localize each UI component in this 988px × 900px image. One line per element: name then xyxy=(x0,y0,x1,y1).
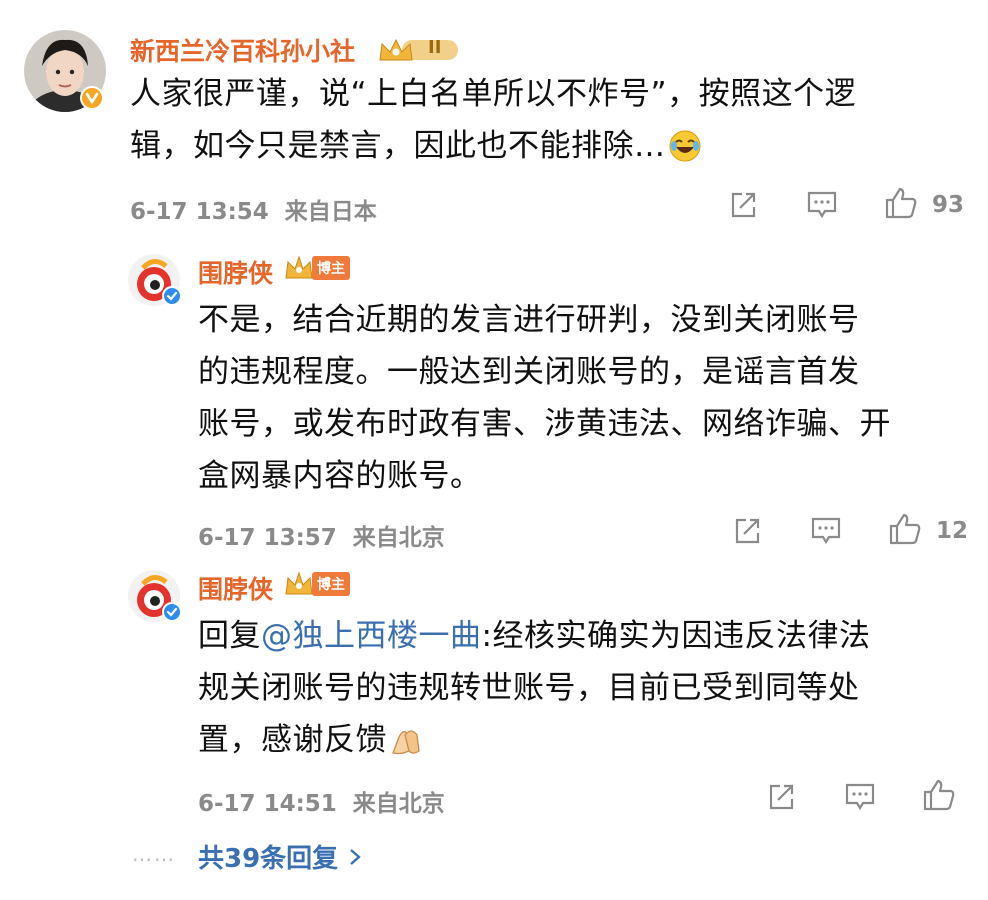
comment-line: :经核实确实为因违反法律法 xyxy=(481,618,871,654)
like-icon[interactable] xyxy=(922,778,956,812)
comment-meta: 6-17 13:57 来自北京 xyxy=(198,518,445,552)
blogger-badge: 博主 xyxy=(284,570,350,598)
comment-line: 规关闭账号的违规转世账号，目前已受到同等处 xyxy=(198,670,860,706)
username[interactable]: 围脖侠 xyxy=(198,254,273,290)
verified-badge-icon xyxy=(162,602,182,622)
more-replies-label: 共39条回复 xyxy=(198,844,339,874)
comment-meta: 6-17 13:54 来自日本 xyxy=(130,192,377,226)
comment-meta: 6-17 14:51 来自北京 xyxy=(198,784,445,818)
comment-icon[interactable] xyxy=(844,782,876,812)
reply-prefix: 回复 xyxy=(198,618,261,654)
badge-label: 博主 xyxy=(312,572,350,596)
vip-badge-icon xyxy=(376,34,460,64)
comment-text: 不是，结合近期的发言进行研判，没到关闭账号 的违规程度。一般达到关闭账号的，是谣… xyxy=(198,294,891,502)
like-icon[interactable] xyxy=(884,186,918,220)
share-icon[interactable] xyxy=(728,190,758,220)
comment-line: 账号，或发布时政有害、涉黄违法、网络诈骗、开 xyxy=(198,406,891,442)
divider-dots: …… xyxy=(132,842,176,866)
comment-line: 的违规程度。一般达到关闭账号的，是谣言首发 xyxy=(198,354,860,390)
location: 来自北京 xyxy=(352,525,445,551)
comment-line: 不是，结合近期的发言进行研判，没到关闭账号 xyxy=(198,302,860,338)
comment-text: 回复@独上西楼一曲:经核实确实为因违反法律法 规关闭账号的违规转世账号，目前已受… xyxy=(198,610,870,766)
verified-badge-icon xyxy=(162,286,182,306)
comment-icon[interactable] xyxy=(806,190,838,220)
comment-line: 辑，如今只是禁言，因此也不能排除… xyxy=(130,128,666,164)
comment-line: 盒网暴内容的账号。 xyxy=(198,458,482,494)
username[interactable]: 新西兰冷百科孙小社 xyxy=(130,32,355,68)
more-replies-link[interactable]: 共39条回复 xyxy=(198,838,362,875)
mention-link[interactable]: @独上西楼一曲 xyxy=(261,618,482,654)
comment-icon[interactable] xyxy=(810,516,842,546)
timestamp: 6-17 13:54 xyxy=(130,199,269,225)
blogger-badge: 博主 xyxy=(284,254,350,282)
comment-line: 置，感谢反馈 xyxy=(198,722,387,758)
praying-hands-emoji-icon xyxy=(389,723,423,757)
comment-text: 人家很严谨，说“上白名单所以不炸号”，按照这个逻 辑，如今只是禁言，因此也不能排… xyxy=(130,68,856,172)
like-count: 12 xyxy=(936,518,969,544)
chevron-right-icon xyxy=(348,847,362,867)
badge-label: 博主 xyxy=(312,256,350,280)
location: 来自北京 xyxy=(352,791,445,817)
location: 来自日本 xyxy=(284,199,377,225)
timestamp: 6-17 14:51 xyxy=(198,791,337,817)
verified-badge-icon xyxy=(80,86,104,110)
share-icon[interactable] xyxy=(732,516,762,546)
share-icon[interactable] xyxy=(766,782,796,812)
like-count: 93 xyxy=(932,192,965,218)
comment-line: 人家很严谨，说“上白名单所以不炸号”，按照这个逻 xyxy=(130,76,857,112)
timestamp: 6-17 13:57 xyxy=(198,525,337,551)
like-icon[interactable] xyxy=(888,512,922,546)
laughing-crying-emoji-icon xyxy=(668,129,702,163)
username[interactable]: 围脖侠 xyxy=(198,570,273,606)
badge-level: II xyxy=(428,37,442,58)
